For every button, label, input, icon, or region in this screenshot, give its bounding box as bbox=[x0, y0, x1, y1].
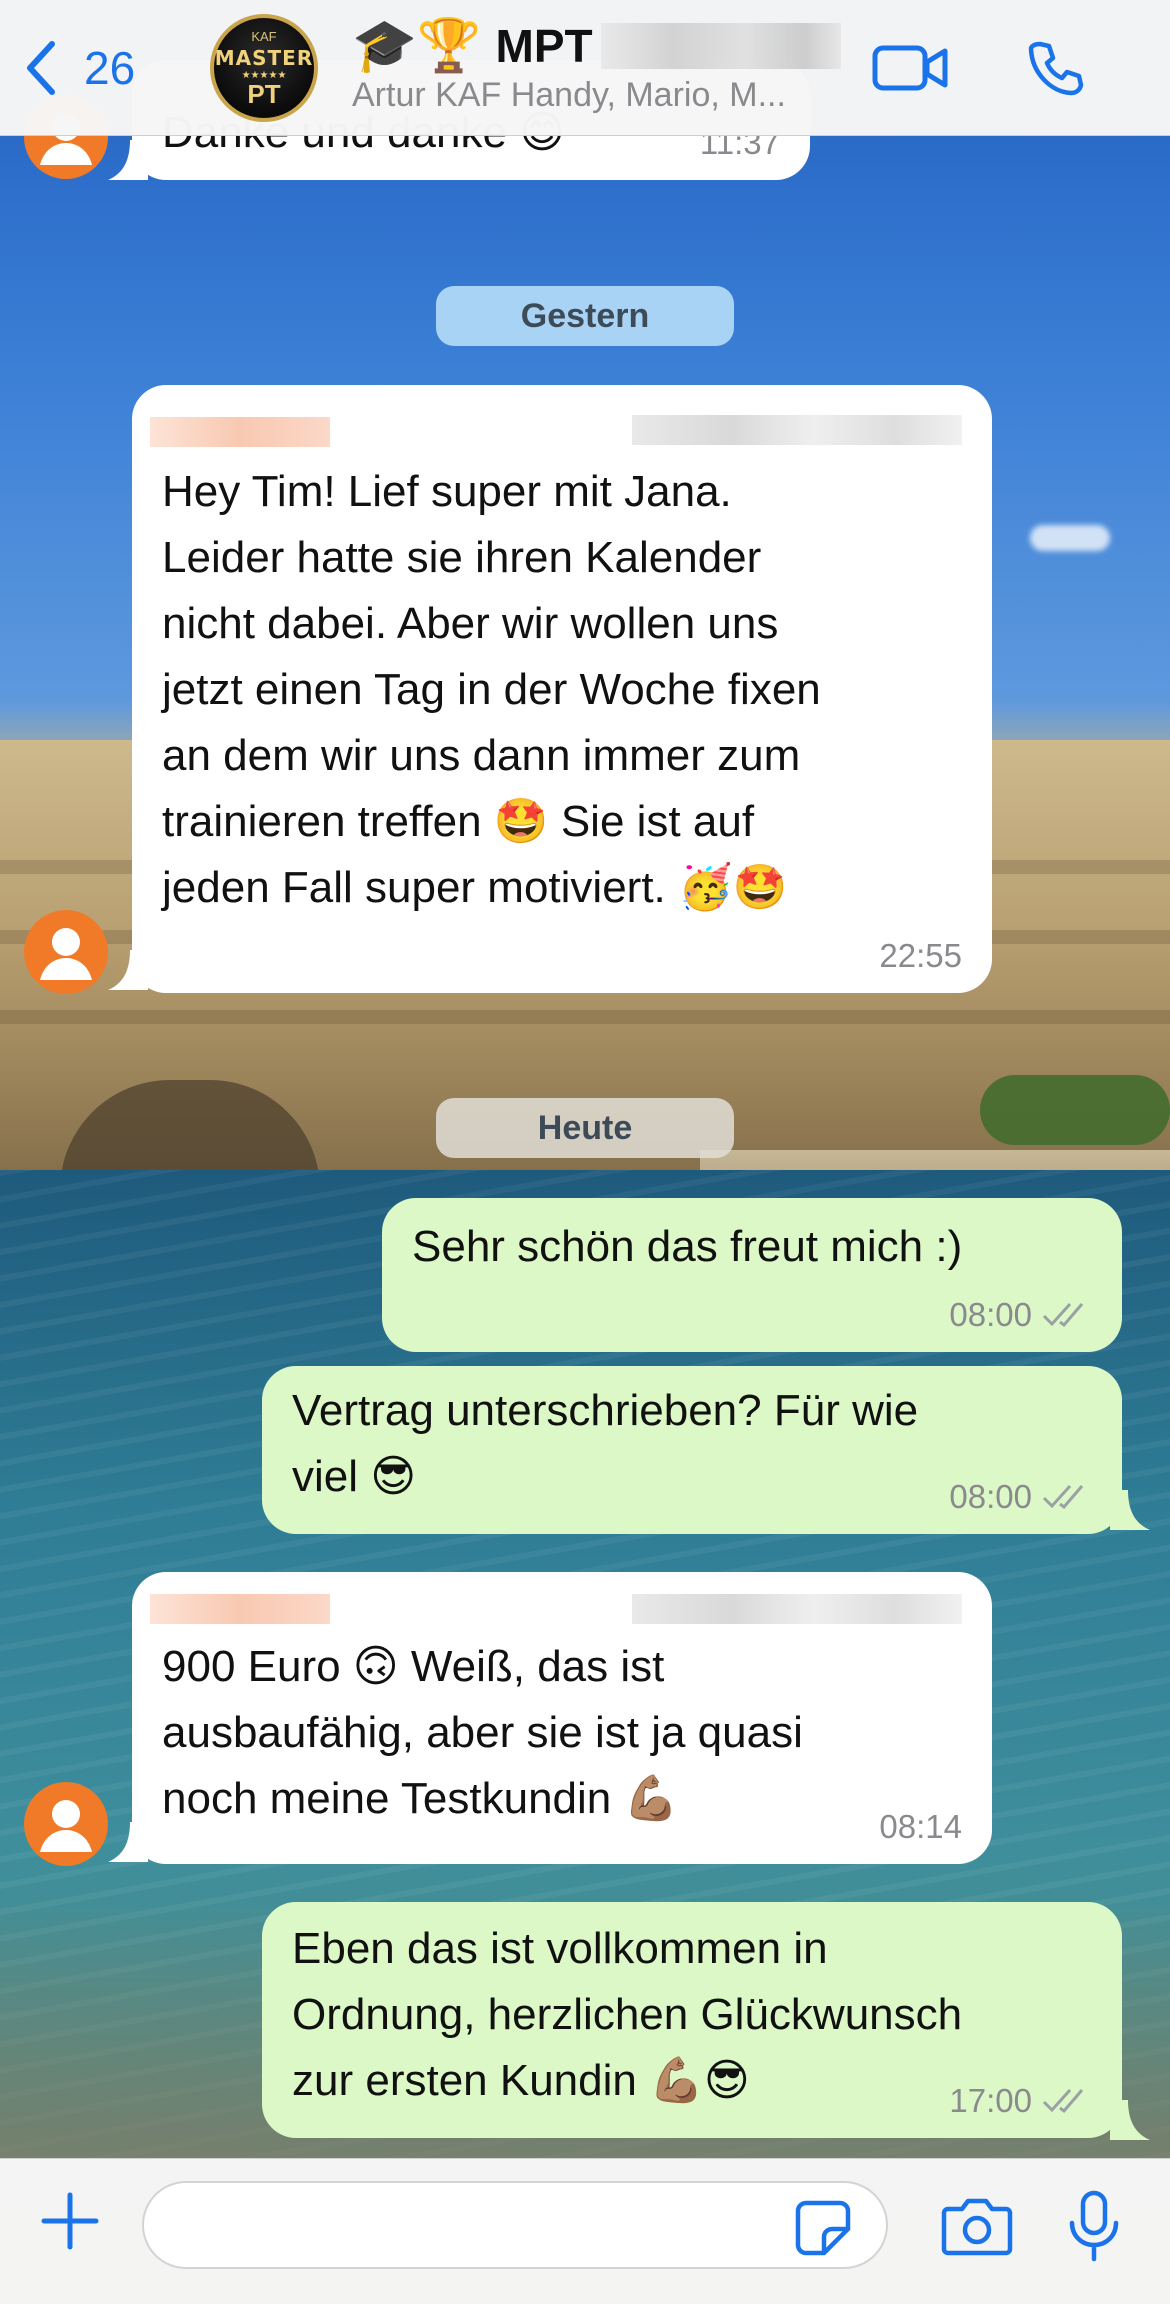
message-bubble-outgoing[interactable]: Eben das ist vollkommen in Ordnung, herz… bbox=[262, 1902, 1122, 2138]
video-camera-icon bbox=[872, 45, 948, 90]
double-check-icon bbox=[1042, 2088, 1084, 2114]
message-bubble-incoming[interactable]: 900 Euro 🙃 Weiß, das ist ausbaufähig, ab… bbox=[132, 1572, 992, 1864]
sender-phone-redacted bbox=[632, 1594, 962, 1624]
message-composer bbox=[0, 2158, 1170, 2304]
video-call-button[interactable] bbox=[870, 30, 950, 105]
message-bubble-incoming[interactable]: Hey Tim! Lief super mit Jana. Leider hat… bbox=[132, 385, 992, 993]
back-button[interactable]: 26 bbox=[22, 30, 135, 105]
group-members[interactable]: Artur KAF Handy, Mario, M... bbox=[352, 76, 786, 115]
double-check-icon bbox=[1042, 1302, 1084, 1328]
message-time: 08:00 bbox=[949, 1478, 1092, 1516]
message-time: 17:00 bbox=[949, 2082, 1092, 2120]
sender-avatar[interactable] bbox=[24, 1782, 108, 1866]
sticker-icon[interactable] bbox=[794, 2199, 852, 2257]
chat-title[interactable]: 🎓🏆 MPT bbox=[352, 16, 841, 76]
date-separator: Heute bbox=[436, 1098, 734, 1158]
date-separator: Gestern bbox=[436, 286, 734, 346]
message-time: 22:55 bbox=[879, 937, 962, 974]
message-text: 900 Euro 🙃 Weiß, das ist ausbaufähig, ab… bbox=[162, 1642, 803, 1823]
double-check-icon bbox=[1042, 1484, 1084, 1510]
message-time: 08:00 bbox=[949, 1296, 1092, 1334]
sender-name-redacted bbox=[150, 1594, 330, 1624]
message-bubble-outgoing[interactable]: Sehr schön das freut mich :) 08:00 bbox=[382, 1198, 1122, 1352]
microphone-icon[interactable] bbox=[1066, 2189, 1122, 2263]
chat-header: 26 KAF MASTER ★★★★★ PT 🎓🏆 MPT Artur KAF … bbox=[0, 0, 1170, 136]
sender-avatar[interactable] bbox=[24, 910, 108, 994]
message-text: Hey Tim! Lief super mit Jana. Leider hat… bbox=[162, 467, 821, 912]
message-text: Sehr schön das freut mich :) bbox=[412, 1222, 963, 1271]
group-avatar[interactable]: KAF MASTER ★★★★★ PT bbox=[210, 14, 318, 122]
sender-phone-redacted bbox=[632, 415, 962, 445]
unread-count: 26 bbox=[84, 41, 136, 94]
message-bubble-outgoing[interactable]: Vertrag unterschrieben? Für wie viel 😎 0… bbox=[262, 1366, 1122, 1534]
group-name-redacted bbox=[600, 23, 841, 69]
chevron-left-icon bbox=[27, 40, 55, 95]
sender-name-redacted bbox=[150, 417, 330, 447]
message-time: 08:14 bbox=[879, 1808, 962, 1845]
message-input[interactable] bbox=[142, 2181, 888, 2269]
plus-icon[interactable] bbox=[38, 2189, 102, 2253]
voice-call-button[interactable] bbox=[1016, 30, 1096, 105]
group-name: MPT bbox=[495, 20, 593, 72]
group-avatar-master-text: MASTER bbox=[214, 46, 314, 70]
title-emoji: 🎓🏆 bbox=[352, 17, 482, 75]
message-text: Eben das ist vollkommen in Ordnung, herz… bbox=[292, 1924, 963, 2105]
message-text: Vertrag unterschrieben? Für wie viel 😎 bbox=[292, 1386, 919, 1501]
phone-icon bbox=[1028, 41, 1084, 95]
camera-icon[interactable] bbox=[940, 2195, 1014, 2257]
group-avatar-top-text: KAF bbox=[251, 29, 277, 44]
group-avatar-pt-text: PT bbox=[247, 79, 281, 109]
